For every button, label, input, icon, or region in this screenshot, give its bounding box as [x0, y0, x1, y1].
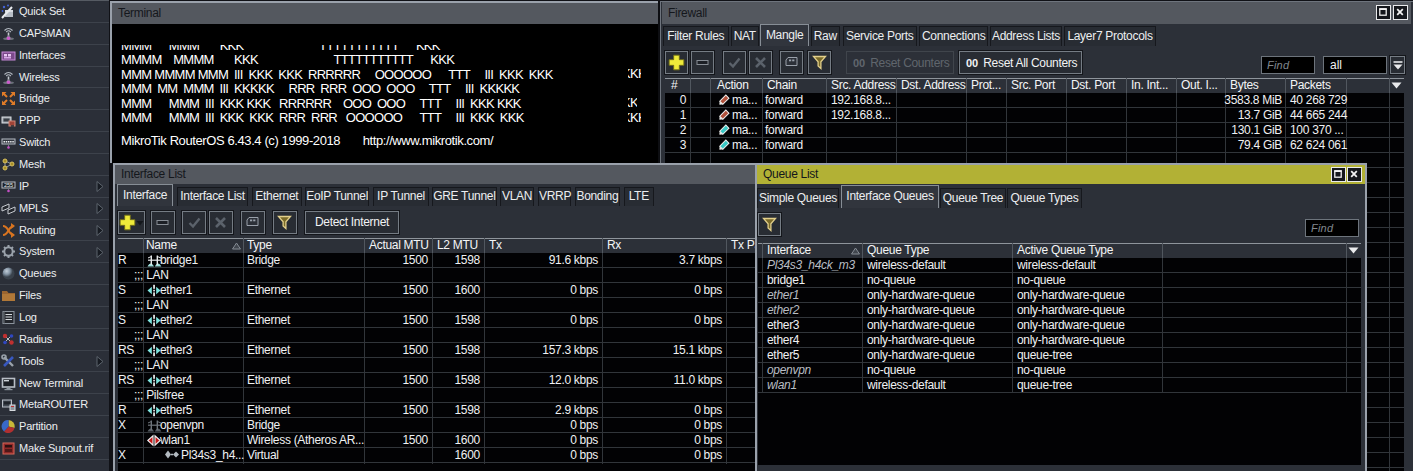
svg-text:255: 255 [4, 182, 13, 188]
